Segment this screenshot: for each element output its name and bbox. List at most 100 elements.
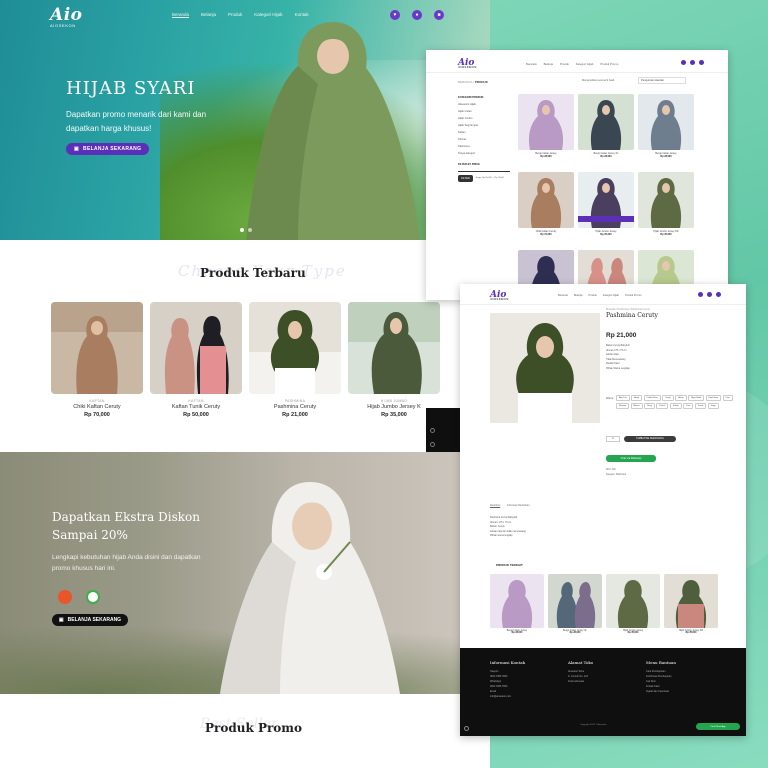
product-name[interactable]: Chiki Kaftan Ceruty bbox=[51, 404, 143, 410]
whatsapp-order-button[interactable]: Order via WhatsApp bbox=[606, 455, 656, 462]
variant-option[interactable]: Tosca bbox=[694, 402, 707, 409]
nav-item-shop[interactable]: Belanja bbox=[574, 294, 583, 297]
nav-item-products[interactable]: Produk bbox=[560, 62, 569, 66]
nav-item-shop[interactable]: Belanja bbox=[544, 62, 553, 66]
variant-option[interactable]: Kopi Susu bbox=[705, 395, 722, 401]
sort-select[interactable]: Pengurutan standar bbox=[638, 77, 686, 84]
nav-item-shop[interactable]: Belanja bbox=[201, 12, 216, 17]
quantity-input[interactable]: 1 bbox=[606, 436, 620, 442]
product-image[interactable] bbox=[578, 172, 634, 228]
account-icon[interactable] bbox=[690, 60, 695, 65]
hero-shop-button[interactable]: ▣ BELANJA SEKARANG bbox=[66, 143, 150, 155]
variant-option[interactable]: Lilac bbox=[722, 395, 733, 401]
variant-option[interactable]: Navy bbox=[644, 402, 655, 409]
sidebar-item-instant-hijab[interactable]: Hijab Instan bbox=[458, 108, 513, 115]
sidebar-item-uncategorized[interactable]: Tanpa kategori bbox=[458, 150, 513, 157]
variant-option[interactable]: Hitam bbox=[675, 395, 687, 401]
product-image[interactable] bbox=[518, 94, 574, 150]
product-card[interactable]: Hijab Jumbo Jersey KR Rp 35,000 bbox=[638, 172, 694, 236]
nav-item-home[interactable]: Beranda bbox=[526, 62, 537, 66]
related-product-card[interactable]: Bergo Instan Jersey Rp 28,000 bbox=[490, 574, 544, 634]
sidebar-item-khimar[interactable]: Khimar bbox=[458, 136, 513, 143]
product-name[interactable]: Pashmina Ceruty bbox=[249, 404, 341, 410]
whatsapp-float-button[interactable]: Chat WhatsApp bbox=[696, 723, 740, 730]
wishlist-icon[interactable] bbox=[681, 60, 686, 65]
related-product-card[interactable]: Bergo Instan Jersey XL Rp 28,000 bbox=[548, 574, 602, 634]
footer-link[interactable]: info@aiosekon.com bbox=[490, 694, 525, 699]
product-image[interactable] bbox=[518, 172, 574, 228]
site-logo[interactable]: Aio AIOSEKON bbox=[50, 5, 83, 28]
tokopedia-icon[interactable] bbox=[86, 590, 100, 604]
breadcrumb[interactable]: Beranda / Pashmina / Pashmina Ceruty bbox=[606, 308, 650, 311]
related-product-card[interactable]: Hijab Jumbo Jersey KR Rp 35,000 bbox=[664, 574, 718, 634]
product-card[interactable]: Bergo Instan Jersey Rp 28,000 bbox=[638, 94, 694, 158]
product-card[interactable]: KAFTAN Chiki Kaftan Ceruty Rp 70,000 bbox=[51, 302, 143, 418]
product-image[interactable] bbox=[51, 302, 143, 394]
related-product-card[interactable]: Hijab Jumbo Jersey Rp 35,000 bbox=[606, 574, 660, 634]
product-image[interactable] bbox=[664, 574, 718, 628]
product-image[interactable] bbox=[578, 94, 634, 150]
product-image[interactable] bbox=[548, 574, 602, 628]
product-card[interactable]: KAFTAN Kaftan Tunik Ceruty Rp 50,000 bbox=[150, 302, 242, 418]
product-image[interactable] bbox=[606, 574, 660, 628]
account-icon[interactable]: ● bbox=[412, 10, 422, 20]
scroll-top-icon[interactable] bbox=[464, 726, 469, 731]
nav-item-categories[interactable]: Kategori Hijab bbox=[603, 294, 619, 297]
variant-option[interactable]: Coklat Susu bbox=[643, 395, 661, 401]
variant-option[interactable]: Mocca bbox=[630, 402, 643, 409]
product-image[interactable] bbox=[490, 574, 544, 628]
variant-option[interactable]: Dusty bbox=[662, 395, 674, 401]
filter-button[interactable]: FILTER bbox=[458, 175, 473, 182]
variant-option[interactable]: Salem bbox=[669, 402, 682, 409]
nav-item-home[interactable]: Beranda bbox=[172, 12, 189, 17]
product-image[interactable] bbox=[348, 302, 440, 394]
product-name[interactable]: Kaftan Tunik Ceruty bbox=[150, 404, 242, 410]
product-image[interactable] bbox=[150, 302, 242, 394]
sidebar-item-accessories[interactable]: Aksesoris Hijab bbox=[458, 101, 513, 108]
nav-item-home[interactable]: Beranda bbox=[558, 294, 568, 297]
nav-item-categories[interactable]: Kategori Hijab bbox=[576, 62, 594, 66]
product-image[interactable] bbox=[638, 94, 694, 150]
footer-link[interactable]: Syarat dan Ketentuan bbox=[646, 689, 676, 694]
sidebar-item-jumbo-hijab[interactable]: Hijab Jumbo bbox=[458, 115, 513, 122]
nav-item-contact[interactable]: Kontak bbox=[295, 12, 309, 17]
product-card[interactable]: Hijab Jumbo Jersey Rp 35,000 bbox=[578, 172, 634, 236]
nav-item-promo[interactable]: Produk Promo bbox=[625, 294, 642, 297]
nav-item-products[interactable]: Produk bbox=[588, 294, 596, 297]
nav-item-categories[interactable]: Kategori Hijab bbox=[254, 12, 282, 17]
nav-item-promo[interactable]: Produk Promo bbox=[600, 62, 618, 66]
product-card[interactable]: Bergo Instan Jersey XL Rp 28,000 bbox=[578, 94, 634, 158]
wishlist-icon[interactable]: ♥ bbox=[390, 10, 400, 20]
tab-additional-info[interactable]: Informasi Tambahan bbox=[507, 504, 530, 507]
promo-shop-button[interactable]: ▣ BELANJA SEKARANG bbox=[52, 614, 128, 626]
variant-option[interactable]: Hijau Botol bbox=[688, 395, 705, 401]
wishlist-icon[interactable] bbox=[698, 292, 703, 297]
variant-option[interactable]: Abu Tua bbox=[616, 395, 630, 401]
cart-icon[interactable] bbox=[699, 60, 704, 65]
tab-description[interactable]: Deskripsi bbox=[490, 504, 500, 507]
sidebar-item-pashmina[interactable]: Pashmina bbox=[458, 143, 513, 150]
nav-item-products[interactable]: Produk bbox=[228, 12, 242, 17]
variant-option[interactable]: Army bbox=[631, 395, 643, 401]
product-card[interactable]: HIJAB JUMBO Hijab Jumbo Jersey K Rp 35,0… bbox=[348, 302, 440, 418]
carousel-dots[interactable] bbox=[240, 228, 252, 232]
sidebar-item-square-hijab[interactable]: Hijab Segi Empat bbox=[458, 122, 513, 129]
site-logo[interactable]: Aio AIOSEKON bbox=[458, 58, 477, 69]
product-card[interactable]: PASHMINA Pashmina Ceruty Rp 21,000 bbox=[249, 302, 341, 418]
variant-option[interactable]: Peach bbox=[656, 402, 669, 409]
product-main-image[interactable] bbox=[490, 313, 600, 423]
product-card[interactable]: Chiki Kaftan Ceruty Rp 70,000 bbox=[518, 172, 574, 236]
breadcrumb-home[interactable]: BERANDA bbox=[458, 80, 472, 84]
variant-option[interactable]: Maroon bbox=[616, 402, 630, 409]
site-logo[interactable]: Aio AIOSEKON bbox=[490, 290, 509, 301]
variant-option[interactable]: Ungu bbox=[707, 402, 719, 409]
variant-option[interactable]: Taro bbox=[683, 402, 694, 409]
price-slider[interactable] bbox=[458, 171, 510, 172]
product-card[interactable]: Bergo Instan Jersey Rp 28,000 bbox=[518, 94, 574, 158]
add-to-cart-button[interactable]: TAMBAH KE KERANJANG bbox=[624, 436, 676, 442]
product-image[interactable] bbox=[638, 172, 694, 228]
cart-icon[interactable]: ■ bbox=[434, 10, 444, 20]
product-image[interactable] bbox=[249, 302, 341, 394]
account-icon[interactable] bbox=[707, 292, 712, 297]
cart-icon[interactable] bbox=[716, 292, 721, 297]
